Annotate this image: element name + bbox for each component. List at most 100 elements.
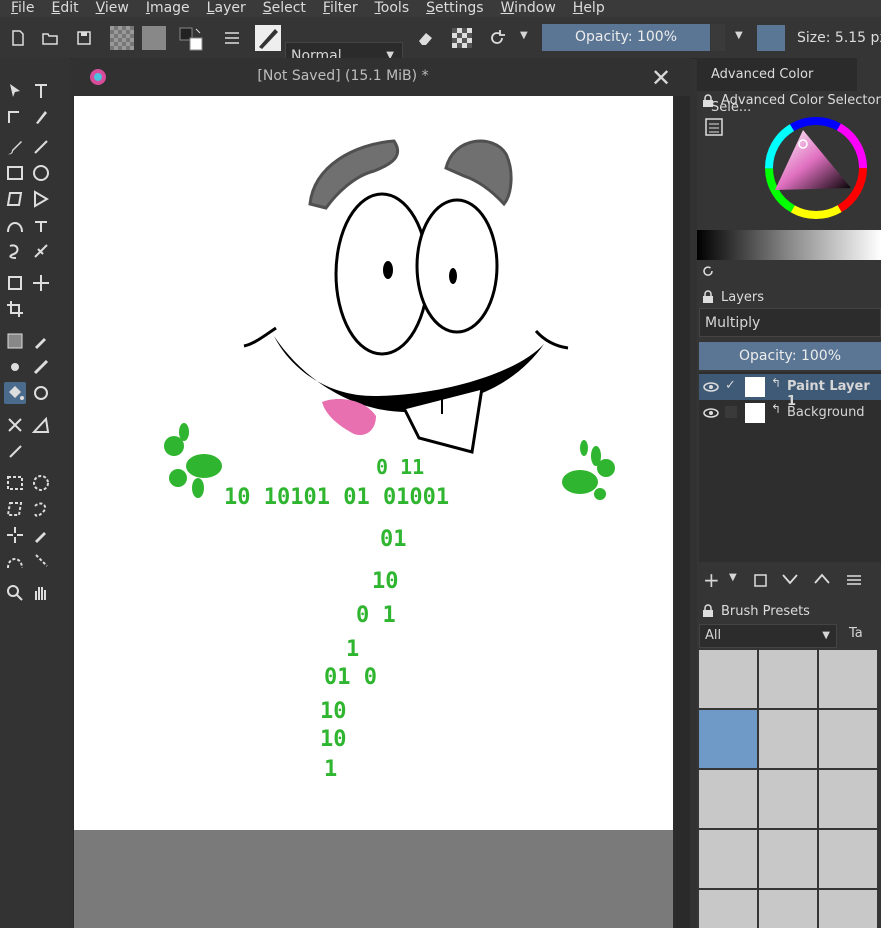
lock-icon[interactable] bbox=[701, 94, 715, 108]
eye-icon[interactable] bbox=[703, 380, 719, 394]
zoom-tool[interactable] bbox=[4, 582, 26, 604]
text-tool[interactable] bbox=[30, 80, 52, 102]
layer-row[interactable]: ↰ Background bbox=[699, 400, 881, 426]
brush-filter-dropdown[interactable]: All ▼ bbox=[699, 624, 837, 648]
layer-properties-icon[interactable] bbox=[845, 571, 863, 589]
magnetic-selection-tool[interactable] bbox=[30, 550, 52, 572]
checkbox[interactable] bbox=[725, 406, 737, 418]
menu-tools[interactable]: Tools bbox=[364, 0, 416, 17]
menu-view[interactable]: View bbox=[85, 0, 135, 17]
menu-filter[interactable]: Filter bbox=[312, 0, 364, 17]
brush-preset-graphite[interactable] bbox=[819, 830, 877, 888]
brush-preset-row[interactable] bbox=[819, 890, 877, 928]
bezier-selection-tool[interactable] bbox=[4, 550, 26, 572]
move-layer-down-icon[interactable] bbox=[781, 572, 799, 586]
menu-image[interactable]: Image bbox=[135, 0, 196, 17]
rectangle-tool[interactable] bbox=[4, 162, 26, 184]
reload-preset-icon[interactable] bbox=[487, 28, 507, 48]
measure-tool[interactable] bbox=[30, 414, 52, 436]
chevron-down-icon[interactable]: ▼ bbox=[735, 30, 743, 41]
select-shapes-tool[interactable] bbox=[4, 80, 26, 102]
duplicate-layer-icon[interactable] bbox=[751, 571, 769, 589]
brush-preset-dry-brush[interactable] bbox=[819, 770, 877, 828]
assistant-tool[interactable] bbox=[4, 414, 26, 436]
dynamic-brush-tool[interactable] bbox=[4, 240, 26, 262]
gradient-swatch[interactable] bbox=[142, 26, 166, 50]
drawing-canvas[interactable]: 10 10101 01 01001 0 11 01 10 0 1 1 01 0 … bbox=[74, 96, 673, 830]
pan-tool[interactable] bbox=[30, 582, 52, 604]
colorize-mask-tool[interactable] bbox=[4, 356, 26, 378]
freehand-selection-tool[interactable] bbox=[30, 498, 52, 520]
opacity-spinner[interactable] bbox=[711, 24, 725, 51]
brush-preset-thumb[interactable] bbox=[255, 25, 281, 51]
brush-preset-fine-liner[interactable] bbox=[819, 710, 877, 768]
new-document-icon[interactable] bbox=[8, 28, 28, 48]
brush-preset-marker[interactable] bbox=[759, 650, 817, 708]
polygon-tool[interactable] bbox=[4, 188, 26, 210]
save-icon[interactable] bbox=[74, 28, 94, 48]
rectangular-selection-tool[interactable] bbox=[4, 472, 26, 494]
move-layer-up-icon[interactable] bbox=[813, 572, 831, 586]
menu-window[interactable]: Window bbox=[490, 0, 562, 17]
calligraphy-tool[interactable] bbox=[30, 106, 52, 128]
chevron-down-icon[interactable]: ▼ bbox=[520, 30, 528, 41]
brush-preset-ink-pen[interactable] bbox=[699, 710, 757, 768]
reference-images-tool[interactable] bbox=[4, 440, 26, 462]
layer-blend-mode-dropdown[interactable]: Multiply bbox=[699, 308, 881, 337]
brush-preset-row[interactable] bbox=[699, 890, 757, 928]
brush-preset-wet-brush[interactable] bbox=[759, 770, 817, 828]
brush-tag-button[interactable]: Ta bbox=[849, 626, 863, 641]
crop-tool[interactable] bbox=[4, 298, 26, 320]
foreground-background-color-icon[interactable] bbox=[178, 26, 204, 52]
close-document-button[interactable]: ✕ bbox=[651, 64, 671, 92]
ellipse-tool[interactable] bbox=[30, 162, 52, 184]
color-picker-tool[interactable] bbox=[30, 330, 52, 352]
freehand-brush-tool[interactable] bbox=[4, 136, 26, 158]
polyline-tool[interactable] bbox=[30, 188, 52, 210]
line-tool[interactable] bbox=[30, 136, 52, 158]
menu-help[interactable]: Help bbox=[562, 0, 611, 17]
add-layer-button[interactable]: + bbox=[703, 568, 720, 592]
open-document-icon[interactable] bbox=[40, 28, 60, 48]
bezier-curve-tool[interactable] bbox=[4, 214, 26, 236]
menu-select[interactable]: Select bbox=[252, 0, 312, 17]
enclose-fill-tool[interactable] bbox=[30, 382, 52, 404]
menu-layer[interactable]: Layer bbox=[196, 0, 252, 17]
freehand-path-tool[interactable] bbox=[30, 214, 52, 236]
opacity-slider[interactable]: Opacity: 100% bbox=[542, 24, 710, 51]
vertical-scrollbar[interactable] bbox=[676, 96, 690, 928]
elliptical-selection-tool[interactable] bbox=[30, 472, 52, 494]
brush-preset-pencil[interactable] bbox=[699, 830, 757, 888]
tab-advanced-color-selector[interactable]: Advanced Color Sele... bbox=[697, 58, 857, 115]
color-history-strip[interactable] bbox=[697, 230, 881, 260]
lock-icon[interactable] bbox=[701, 290, 715, 304]
check-icon[interactable]: ✓ bbox=[725, 378, 736, 393]
brush-preset-brush-pen[interactable] bbox=[759, 710, 817, 768]
transform-tool[interactable] bbox=[4, 272, 26, 294]
gradient-tool[interactable] bbox=[4, 330, 26, 352]
layer-properties-icon[interactable]: ↰ bbox=[771, 376, 781, 390]
color-settings-icon[interactable] bbox=[703, 116, 725, 138]
preserve-alpha-icon[interactable] bbox=[452, 28, 472, 48]
color-wheel[interactable] bbox=[761, 110, 881, 230]
smart-patch-tool[interactable] bbox=[30, 356, 52, 378]
layer-row[interactable]: ✓ ↰ Paint Layer 1 bbox=[699, 374, 881, 409]
multibrush-tool[interactable] bbox=[30, 240, 52, 262]
menu-edit[interactable]: Edit bbox=[40, 0, 84, 17]
eye-icon[interactable] bbox=[703, 406, 719, 420]
fill-tool[interactable] bbox=[4, 382, 26, 404]
layer-properties-icon[interactable]: ↰ bbox=[771, 402, 781, 416]
contiguous-selection-tool[interactable] bbox=[4, 524, 26, 546]
brush-preset-soft-eraser[interactable] bbox=[819, 650, 877, 708]
eraser-icon[interactable] bbox=[415, 28, 435, 48]
brush-preset-row[interactable] bbox=[759, 890, 817, 928]
brush-preset-eraser[interactable] bbox=[699, 650, 757, 708]
chevron-down-icon[interactable]: ▼ bbox=[729, 572, 737, 583]
lock-icon[interactable] bbox=[701, 604, 715, 618]
refresh-icon[interactable] bbox=[701, 264, 715, 278]
layer-opacity-slider[interactable]: Opacity: 100% bbox=[699, 342, 881, 370]
brush-preset-paint-brush[interactable] bbox=[699, 770, 757, 828]
current-color-swatch[interactable] bbox=[757, 25, 785, 51]
polygonal-selection-tool[interactable] bbox=[4, 498, 26, 520]
brush-preset-color-pencil[interactable] bbox=[759, 830, 817, 888]
